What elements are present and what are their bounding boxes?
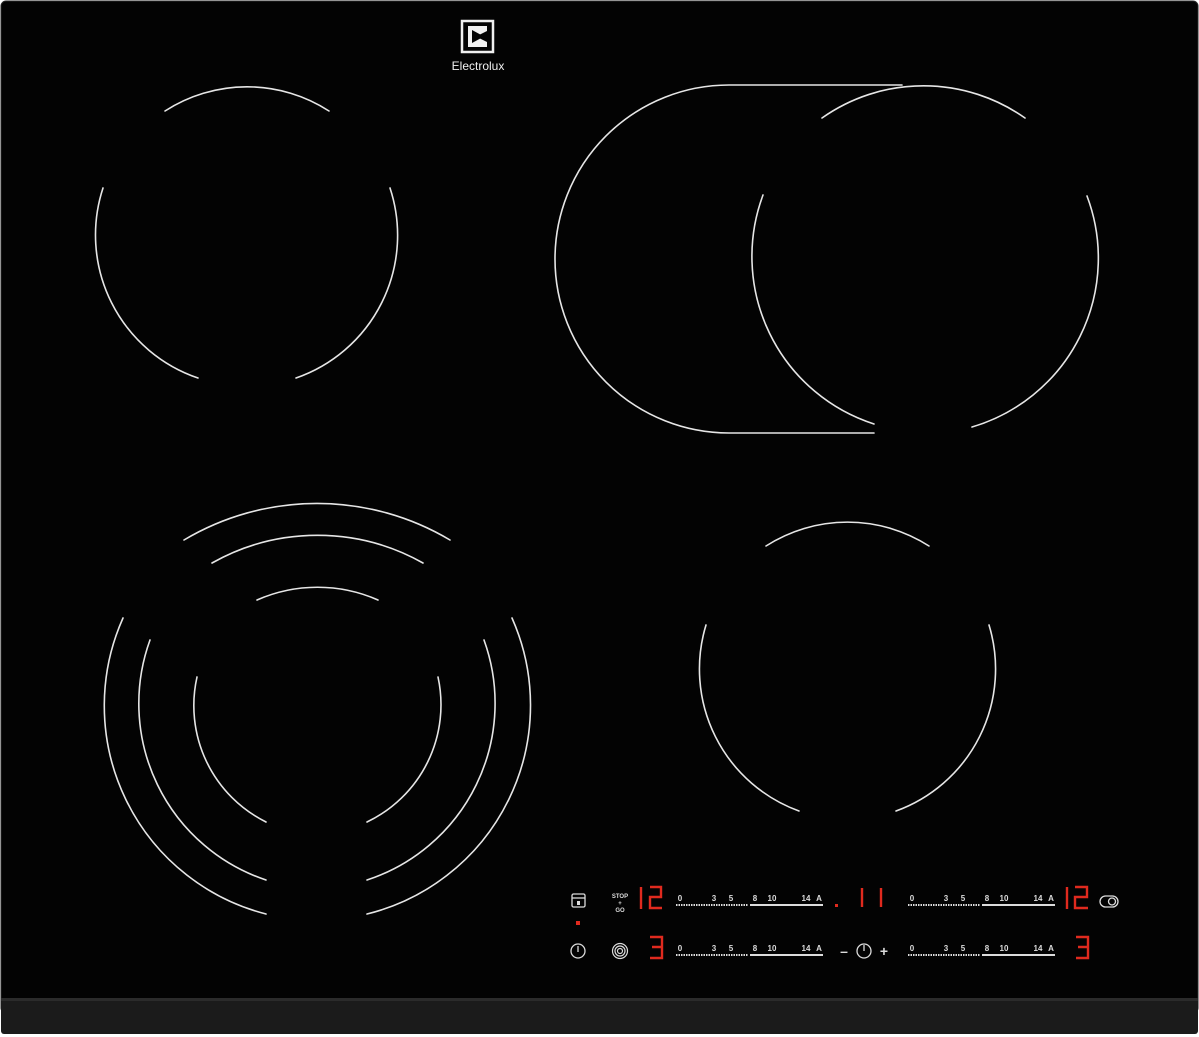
- slider-scale-label: 3: [944, 944, 949, 953]
- slider-scale-label: 0: [678, 944, 683, 953]
- slider-scale-label: A: [816, 894, 822, 903]
- slider-scale-label: 10: [1000, 944, 1009, 953]
- stop-go-label-stop: STOP: [612, 894, 628, 900]
- timer-minus-label: –: [840, 943, 848, 959]
- slider-scale-label: 10: [1000, 894, 1009, 903]
- stop-go-label-go: GO: [615, 908, 625, 914]
- slider-scale-label: 0: [678, 894, 683, 903]
- slider-scale-label: 5: [961, 894, 966, 903]
- slider-scale-label: 3: [944, 894, 949, 903]
- slider-scale-label: 5: [729, 894, 734, 903]
- slider-scale-label: 5: [961, 944, 966, 953]
- slider-scale-label: 0: [910, 894, 915, 903]
- slider-scale-label: 10: [768, 894, 777, 903]
- stop-go-label-plus: +: [618, 901, 622, 907]
- slider-scale-label: A: [1048, 944, 1054, 953]
- glass-surface: [0, 0, 1199, 1014]
- timer-plus-button[interactable]: +: [880, 943, 888, 959]
- front-edge-highlight: [1, 998, 1198, 1001]
- ceramic-hob: Electrolux STOP + GO – + 0 3 5 8 10 14 A…: [0, 0, 1199, 1037]
- slider-scale-label: 10: [768, 944, 777, 953]
- brand-name: Electrolux: [452, 59, 505, 73]
- slider-scale-label: 0: [910, 944, 915, 953]
- slider-scale-label: 5: [729, 944, 734, 953]
- slider-scale-label: A: [816, 944, 822, 953]
- slider-scale-label: 8: [985, 944, 990, 953]
- slider-scale-label: 14: [1034, 944, 1043, 953]
- timer-minus-button[interactable]: –: [840, 943, 848, 959]
- slider-scale-label: 3: [712, 944, 717, 953]
- slider-scale-label: 14: [1034, 894, 1043, 903]
- timer-plus-label: +: [880, 943, 888, 959]
- slider-scale-label: 8: [753, 894, 758, 903]
- slider-scale-label: 8: [753, 944, 758, 953]
- slider-scale-label: A: [1048, 894, 1054, 903]
- slider-scale-label: 14: [802, 944, 811, 953]
- lock-indicator-led: [576, 921, 580, 925]
- slider-scale-label: 14: [802, 894, 811, 903]
- front-edge-frame: [1, 998, 1198, 1034]
- slider-scale-label: 8: [985, 894, 990, 903]
- slider-scale-label: 3: [712, 894, 717, 903]
